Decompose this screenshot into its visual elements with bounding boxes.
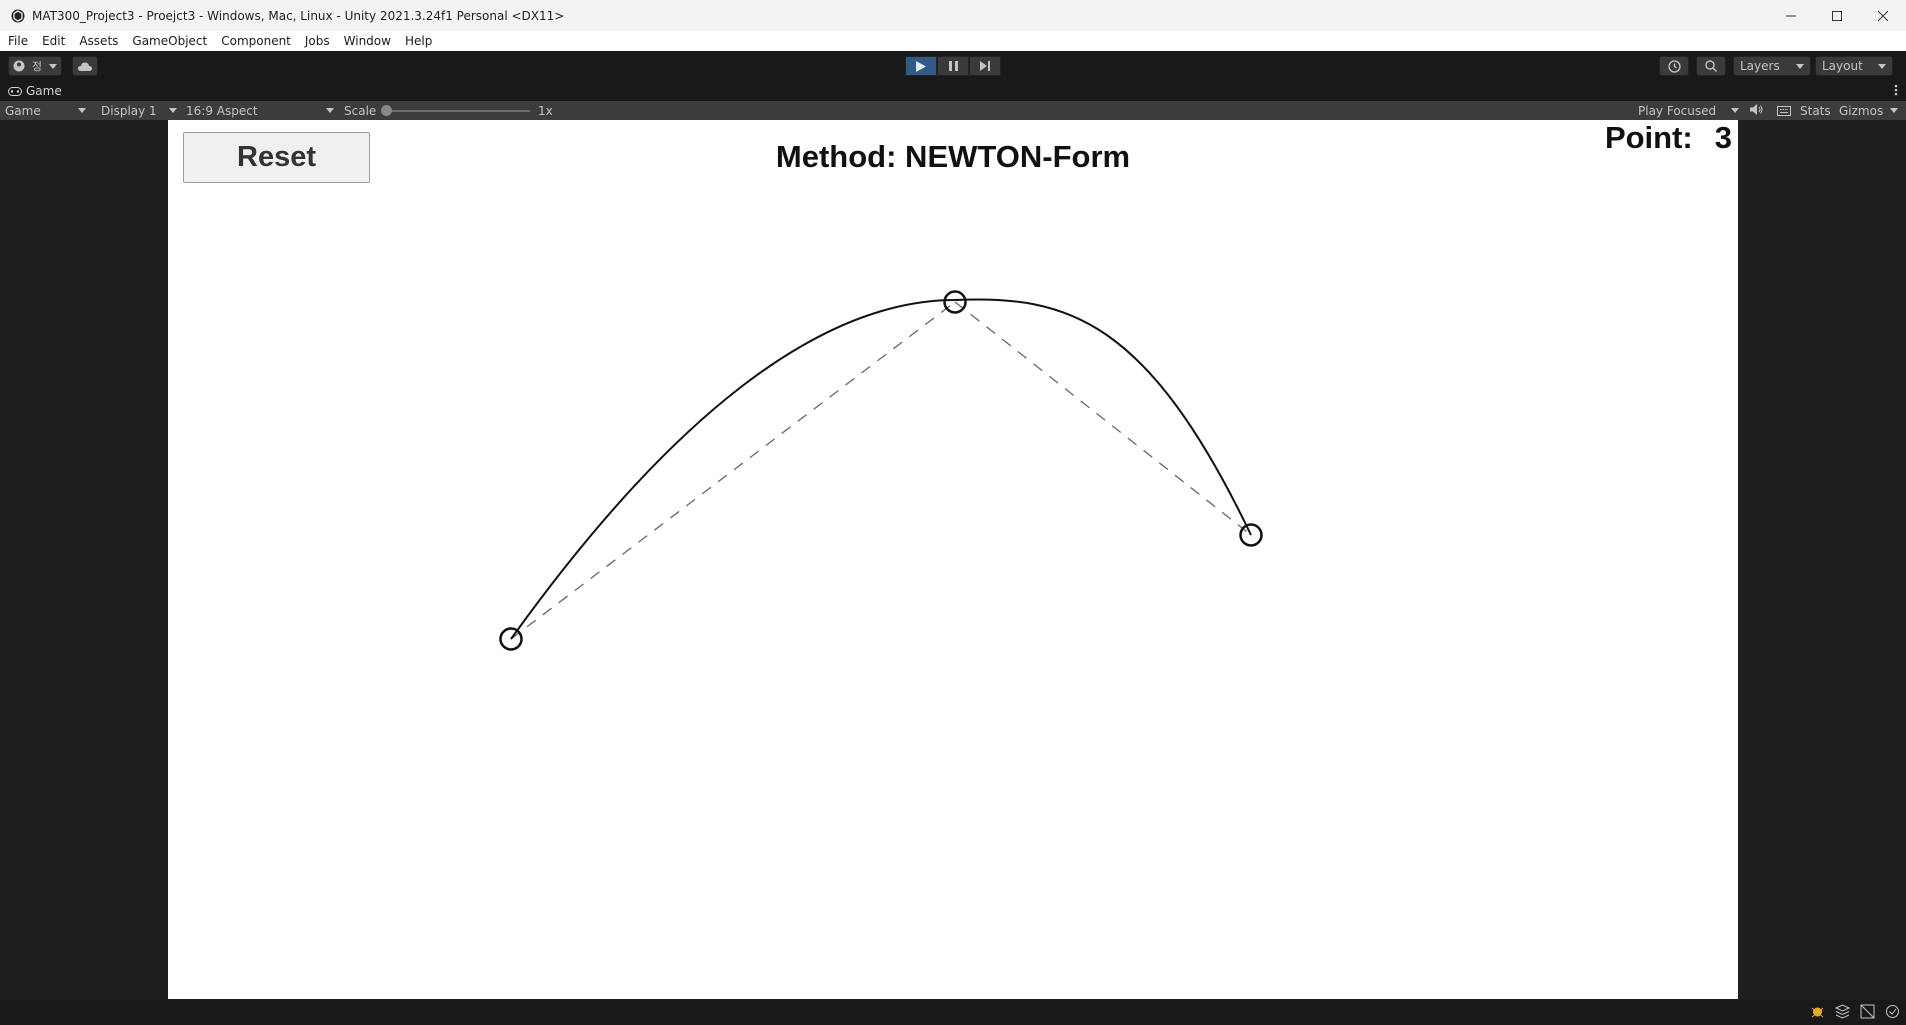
- window-title: MAT300_Project3 - Proejct3 - Windows, Ma…: [32, 8, 565, 23]
- keyboard-icon: [1777, 106, 1791, 116]
- aspect-label: 16:9 Aspect: [186, 103, 258, 118]
- cloud-button[interactable]: [72, 56, 98, 76]
- scale-slider-handle[interactable]: [381, 105, 392, 116]
- layout-dropdown[interactable]: Layout: [1815, 56, 1893, 76]
- minimize-icon: [1786, 15, 1796, 16]
- keyboard-button[interactable]: [1777, 105, 1791, 119]
- menu-window[interactable]: Window: [344, 34, 391, 48]
- menu-assets[interactable]: Assets: [79, 34, 118, 48]
- chevron-down-icon: [1878, 63, 1886, 69]
- menu-help[interactable]: Help: [405, 34, 432, 48]
- pause-button[interactable]: [937, 56, 969, 76]
- menu-edit[interactable]: Edit: [42, 34, 65, 48]
- status-bar: [0, 1000, 1906, 1025]
- history-icon: [1667, 59, 1681, 73]
- main-toolbar: 정 Layers Layout: [0, 51, 1906, 81]
- menu-jobs[interactable]: Jobs: [305, 34, 330, 48]
- step-icon: [979, 61, 990, 71]
- close-icon: [1878, 10, 1888, 21]
- layers-label: Layers: [1740, 59, 1780, 73]
- account-icon: [13, 60, 25, 72]
- scale-value: 1x: [538, 103, 553, 118]
- maximize-icon: [1832, 10, 1842, 21]
- newton-interpolation-curve: [510, 298, 1252, 640]
- title-bar: MAT300_Project3 - Proejct3 - Windows, Ma…: [0, 0, 1906, 31]
- play-focused-dropdown[interactable]: Play Focused: [1633, 101, 1743, 120]
- scale-slider-track[interactable]: [388, 110, 530, 112]
- gizmos-dropdown[interactable]: Gizmos: [1834, 101, 1902, 120]
- scale-label: Scale: [344, 103, 377, 118]
- aspect-dropdown[interactable]: 16:9 Aspect: [181, 101, 338, 120]
- chevron-down-icon: [78, 108, 86, 113]
- cloud-icon: [78, 62, 92, 71]
- chevron-down-icon: [1731, 108, 1739, 113]
- chevron-down-icon: [169, 108, 177, 113]
- game-canvas[interactable]: Reset Method: NEWTON-Form Point: 3: [168, 120, 1738, 999]
- display-label: Display 1: [101, 103, 157, 118]
- maximize-button[interactable]: [1814, 0, 1860, 31]
- game-mode-label: Game: [5, 103, 41, 118]
- mute-audio-button[interactable]: [1750, 104, 1763, 118]
- curve-plot[interactable]: [168, 120, 1738, 999]
- play-focused-label: Play Focused: [1638, 103, 1717, 118]
- control-polyline-segment-2: [954, 301, 1252, 536]
- menu-file[interactable]: File: [8, 34, 28, 48]
- step-button[interactable]: [969, 56, 1001, 76]
- menu-component[interactable]: Component: [221, 34, 291, 48]
- pause-icon: [948, 61, 958, 71]
- tab-game-label: Game: [26, 84, 62, 98]
- account-label: 정: [31, 60, 43, 73]
- play-button[interactable]: [905, 56, 937, 76]
- method-label: Method: NEWTON-Form: [775, 139, 1131, 174]
- chevron-down-icon: [49, 63, 58, 69]
- bug-warning-icon[interactable]: [1810, 1004, 1825, 1019]
- point-count-label: Point:: [1604, 120, 1693, 155]
- account-dropdown[interactable]: 정: [8, 56, 62, 76]
- gamepad-icon: [8, 86, 22, 96]
- game-mode-dropdown[interactable]: Game: [0, 101, 90, 120]
- chevron-down-icon: [326, 108, 334, 113]
- menu-gameobject[interactable]: GameObject: [132, 34, 207, 48]
- unity-logo-icon: [10, 8, 26, 24]
- search-icon: [1705, 60, 1717, 72]
- minimize-button[interactable]: [1768, 0, 1814, 31]
- play-icon: [916, 60, 926, 72]
- search-button[interactable]: [1696, 56, 1726, 76]
- display-dropdown[interactable]: Display 1: [96, 101, 181, 120]
- check-circle-icon[interactable]: [1885, 1004, 1900, 1019]
- gizmos-label: Gizmos: [1839, 103, 1884, 118]
- more-options-icon[interactable]: [1894, 84, 1898, 96]
- stats-button[interactable]: Stats: [1800, 104, 1831, 118]
- layers-stack-icon[interactable]: [1835, 1004, 1850, 1019]
- tab-game[interactable]: Game: [8, 84, 62, 98]
- control-polyline-segment-1: [510, 301, 956, 640]
- layout-label: Layout: [1822, 59, 1863, 73]
- history-button[interactable]: [1659, 56, 1689, 76]
- speaker-icon: [1750, 104, 1763, 115]
- point-count-value: 3: [1714, 120, 1732, 155]
- chevron-down-icon: [1796, 63, 1804, 69]
- close-button[interactable]: [1860, 0, 1906, 31]
- game-tab-header: Game: [0, 81, 1906, 101]
- game-view-toolbar: Game Display 1 16:9 Aspect Scale 1x Play…: [0, 101, 1906, 120]
- chevron-down-icon: [1890, 108, 1898, 113]
- layers-dropdown[interactable]: Layers: [1733, 56, 1811, 76]
- scene-debug-icon[interactable]: [1860, 1004, 1875, 1019]
- menu-bar: File Edit Assets GameObject Component Jo…: [0, 31, 1906, 51]
- point-count-display: Point: 3: [1605, 120, 1732, 156]
